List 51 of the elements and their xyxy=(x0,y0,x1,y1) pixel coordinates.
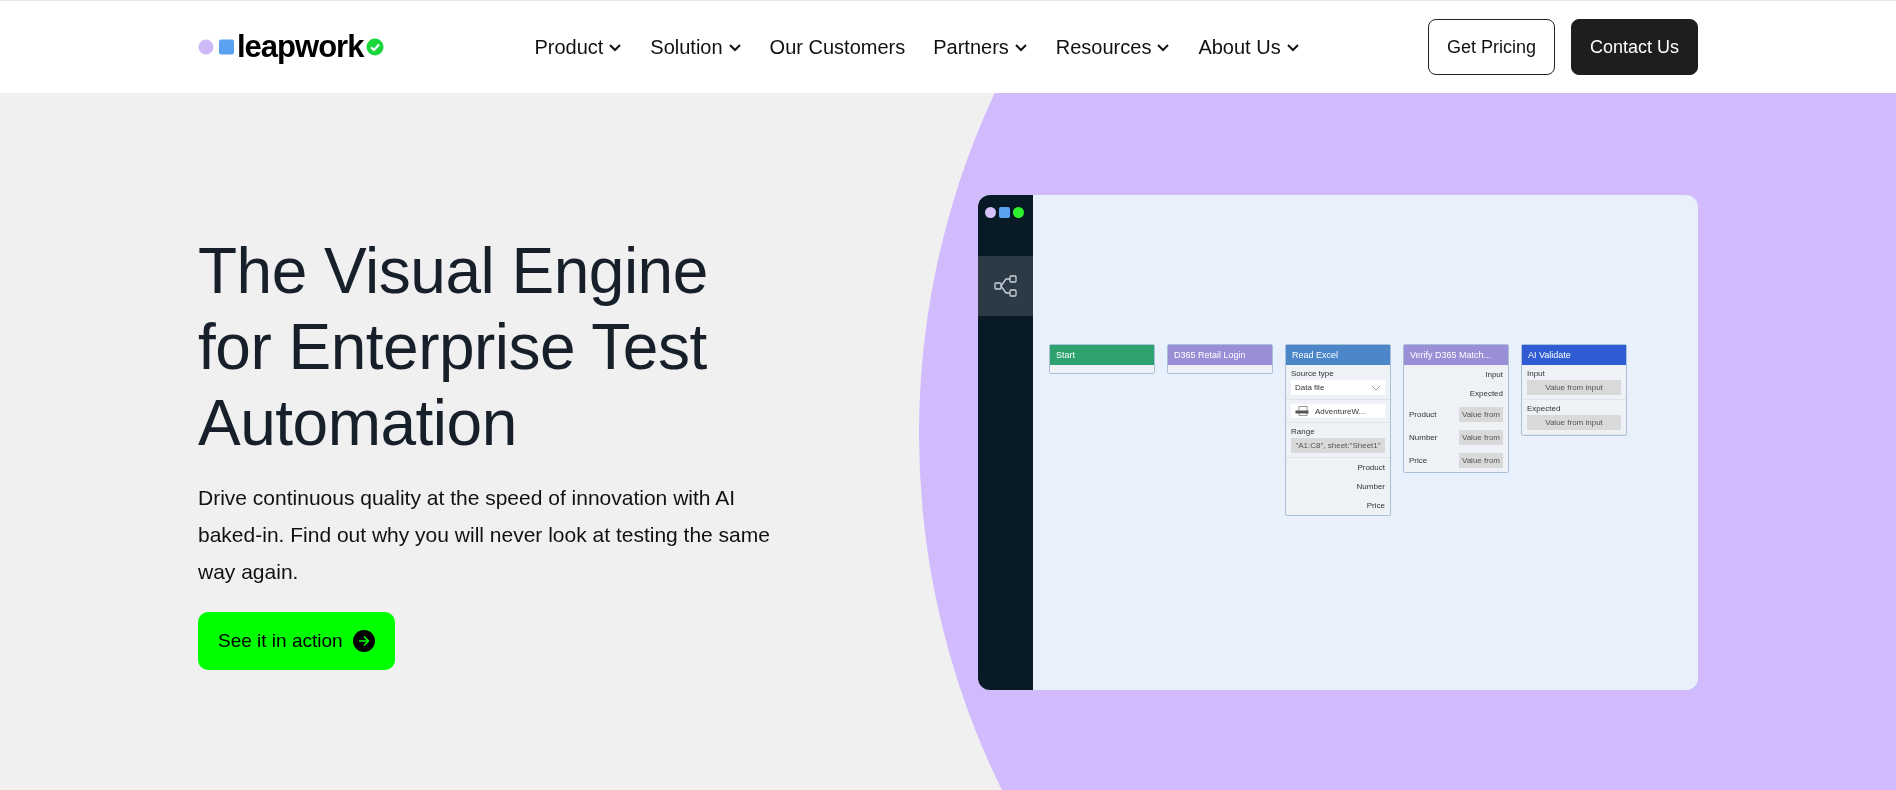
field-label: Price xyxy=(1409,456,1428,465)
field-label: Number xyxy=(1409,433,1438,442)
field-label: Product xyxy=(1409,410,1437,419)
flow-node[interactable]: Read Excel Source type Data file AdventureW... Range "A1:C8", sheet:"Sheet1" Product Number Price xyxy=(1285,344,1391,516)
chevron-down-icon xyxy=(1013,41,1028,53)
logo-shapes-icon xyxy=(198,37,234,57)
chevron-down-icon xyxy=(727,41,742,53)
pricing-button[interactable]: Get Pricing xyxy=(1427,19,1555,75)
value-field[interactable]: Value from xyxy=(1458,453,1503,468)
flow-node[interactable]: AI Validate Input Value from input Expected Value from input xyxy=(1521,344,1627,436)
chevron-down-icon xyxy=(1371,384,1381,391)
nav-link[interactable]: Resources xyxy=(1055,35,1171,59)
field-label: Source type xyxy=(1291,369,1335,378)
chevron-down-icon xyxy=(1285,41,1300,53)
node-title: D365 Retail Login xyxy=(1168,345,1272,365)
value-field[interactable]: Value from xyxy=(1458,407,1503,422)
nav-link[interactable]: Product xyxy=(534,35,623,59)
nav-link[interactable]: Partners xyxy=(933,35,1028,59)
logo-text[interactable]: leapwork xyxy=(237,29,364,65)
field-label: Range xyxy=(1291,427,1316,436)
flow-tab[interactable] xyxy=(978,256,1033,316)
output-label: Number xyxy=(1356,482,1385,491)
check-icon xyxy=(366,38,385,56)
field-label: Input xyxy=(1527,369,1546,378)
hero-heading: The Visual Engine for Enterprise Test Automation xyxy=(198,234,709,461)
cta-button[interactable]: See it in action xyxy=(198,612,395,670)
nav-link[interactable]: About Us xyxy=(1198,35,1300,59)
flow-node[interactable]: Verify D365 Match... Input Expected Product Value from Number Value from Price Value from xyxy=(1403,344,1509,473)
dropdown-field[interactable]: Data file xyxy=(1291,380,1385,395)
nav-link[interactable]: Solution xyxy=(650,35,742,59)
value-field[interactable]: Value from xyxy=(1458,430,1503,445)
chevron-down-icon xyxy=(1156,41,1171,53)
flow-icon xyxy=(993,274,1018,298)
nav-link[interactable]: Our Customers xyxy=(769,35,906,59)
field-label: Expected xyxy=(1527,404,1562,413)
hero-description: Drive continuous quality at the speed of innovation with AI baked-in. Find out why you will never look at testing the same way again. xyxy=(198,485,771,585)
output-label: Input xyxy=(1485,370,1503,379)
arrow-right-icon xyxy=(352,630,375,652)
node-title: Verify D365 Match... xyxy=(1404,345,1508,365)
value-field[interactable]: "A1:C8", sheet:"Sheet1" xyxy=(1291,438,1385,453)
output-label: Product xyxy=(1357,463,1385,472)
chevron-down-icon xyxy=(608,41,623,53)
node-title: AI Validate xyxy=(1522,345,1626,365)
value-field[interactable]: Value from input xyxy=(1527,380,1621,395)
output-label: Expected xyxy=(1469,389,1503,398)
contact-button[interactable]: Contact Us xyxy=(1570,19,1698,75)
file-field[interactable]: AdventureW... xyxy=(1291,404,1385,418)
output-label: Price xyxy=(1366,501,1385,510)
value-field[interactable]: Value from input xyxy=(1527,415,1621,430)
node-title: Start xyxy=(1050,345,1154,365)
node-title: Read Excel xyxy=(1286,345,1390,365)
